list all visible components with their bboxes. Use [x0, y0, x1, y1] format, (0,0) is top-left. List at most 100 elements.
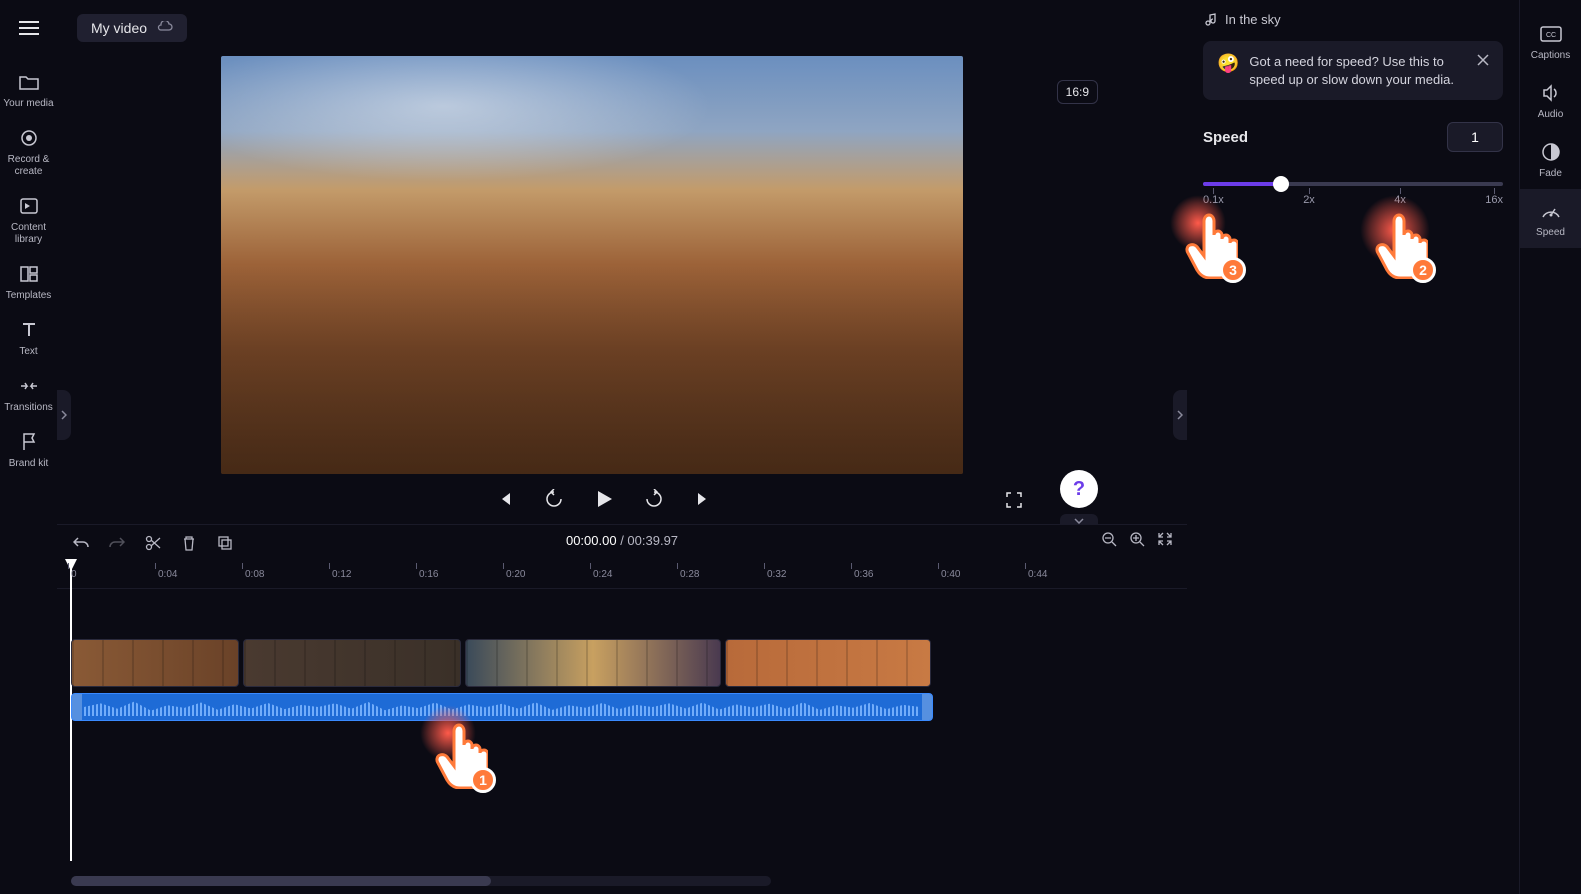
audio-clip[interactable] — [71, 693, 933, 721]
fullscreen-button[interactable] — [1000, 486, 1028, 514]
sidebar-item-transitions[interactable]: Transitions — [0, 366, 57, 422]
templates-icon — [17, 262, 41, 286]
timeline-ruler[interactable]: 0 0:04 0:08 0:12 0:16 0:20 0:24 0:28 0:3… — [57, 561, 1187, 589]
tooltip-text: Got a need for speed? Use this to speed … — [1249, 53, 1467, 88]
sidebar-label: Transitions — [4, 402, 53, 414]
project-title-chip[interactable]: My video — [77, 14, 187, 42]
sidebar-item-text[interactable]: Text — [0, 310, 57, 366]
sidebar-item-record[interactable]: Record & create — [0, 118, 57, 186]
sidebar-item-content-library[interactable]: Content library — [0, 186, 57, 254]
speed-tick: 0.1x — [1203, 194, 1224, 206]
audio-track-chip[interactable]: In the sky — [1203, 12, 1503, 27]
right-tab-captions[interactable]: CC Captions — [1520, 12, 1581, 71]
chevron-right-icon — [1177, 410, 1183, 420]
sidebar-label: Brand kit — [9, 458, 48, 470]
ruler-mark: 0 — [71, 569, 77, 580]
right-tab-label: Speed — [1536, 227, 1565, 238]
expand-right-drawer-button[interactable] — [1173, 390, 1187, 440]
close-icon — [1477, 54, 1489, 66]
duration-time: 00:39.97 — [627, 533, 678, 548]
ruler-mark: 0:20 — [506, 569, 525, 580]
sidebar-label: Content library — [0, 222, 57, 246]
duplicate-button[interactable] — [215, 533, 235, 553]
video-clip[interactable] — [465, 639, 721, 687]
right-tab-audio[interactable]: Audio — [1520, 71, 1581, 130]
captions-icon: CC — [1539, 22, 1563, 46]
ruler-mark: 0:04 — [158, 569, 177, 580]
menu-button[interactable] — [11, 10, 47, 46]
help-icon: ? — [1073, 478, 1085, 501]
speed-slider-thumb[interactable] — [1273, 176, 1289, 192]
delete-button[interactable] — [179, 533, 199, 553]
right-tab-label: Captions — [1531, 50, 1570, 61]
ruler-mark: 0:28 — [680, 569, 699, 580]
skip-end-button[interactable] — [690, 485, 718, 513]
brand-icon — [17, 430, 41, 454]
zoom-out-button[interactable] — [1101, 531, 1117, 552]
sidebar-item-templates[interactable]: Templates — [0, 254, 57, 310]
transitions-icon — [17, 374, 41, 398]
video-clip[interactable] — [243, 639, 461, 687]
scrollbar-thumb[interactable] — [71, 876, 491, 886]
sidebar-label: Text — [19, 346, 37, 358]
help-button[interactable]: ? — [1060, 470, 1098, 508]
tooltip-emoji: 🤪 — [1217, 53, 1239, 88]
undo-button[interactable] — [71, 533, 91, 553]
clip-trim-handle-left[interactable] — [72, 694, 82, 720]
forward-button[interactable] — [640, 485, 668, 513]
expand-left-drawer-button[interactable] — [57, 390, 71, 440]
play-button[interactable] — [590, 485, 618, 513]
split-button[interactable] — [143, 533, 163, 553]
speed-label: Speed — [1203, 129, 1248, 146]
music-note-icon — [1203, 13, 1217, 27]
speed-tick: 16x — [1485, 194, 1503, 206]
sidebar-label: Record & create — [0, 154, 57, 178]
library-icon — [17, 194, 41, 218]
rewind-button[interactable] — [540, 485, 568, 513]
video-clip[interactable] — [71, 639, 239, 687]
right-tab-label: Fade — [1539, 168, 1562, 179]
right-tab-label: Audio — [1538, 109, 1564, 120]
speedometer-icon — [1539, 199, 1563, 223]
svg-text:CC: CC — [1545, 32, 1555, 39]
cloud-sync-icon — [157, 21, 173, 35]
sidebar-item-your-media[interactable]: Your media — [0, 62, 57, 118]
close-tooltip-button[interactable] — [1477, 53, 1489, 88]
clip-trim-handle-right[interactable] — [922, 694, 932, 720]
sidebar-item-brand-kit[interactable]: Brand kit — [0, 422, 57, 478]
speed-slider-fill — [1203, 182, 1281, 186]
ruler-mark: 0:24 — [593, 569, 612, 580]
chevron-right-icon — [61, 410, 67, 420]
zoom-out-icon — [1101, 531, 1117, 547]
right-tab-speed[interactable]: Speed — [1520, 189, 1581, 248]
copy-icon — [217, 535, 233, 551]
timeline-timecode: 00:00.00 / 00:39.97 — [566, 533, 678, 548]
ruler-mark: 0:12 — [332, 569, 351, 580]
redo-button[interactable] — [107, 533, 127, 553]
video-preview[interactable] — [221, 56, 963, 474]
collapse-icon — [1157, 531, 1173, 547]
sidebar-label: Your media — [3, 98, 53, 110]
zoom-in-icon — [1129, 531, 1145, 547]
scissors-icon — [145, 535, 161, 551]
aspect-ratio-badge[interactable]: 16:9 — [1057, 80, 1098, 104]
speed-input[interactable] — [1447, 122, 1503, 152]
zoom-fit-button[interactable] — [1157, 531, 1173, 552]
trash-icon — [182, 535, 196, 551]
audio-track-name: In the sky — [1225, 12, 1281, 27]
sidebar-label: Templates — [6, 290, 52, 302]
speaker-icon — [1539, 81, 1563, 105]
zoom-in-button[interactable] — [1129, 531, 1145, 552]
video-clip[interactable] — [725, 639, 931, 687]
speed-tooltip: 🤪 Got a need for speed? Use this to spee… — [1203, 41, 1503, 100]
ruler-mark: 0:32 — [767, 569, 786, 580]
skip-start-button[interactable] — [490, 485, 518, 513]
folder-icon — [17, 70, 41, 94]
ruler-mark: 0:16 — [419, 569, 438, 580]
speed-tick: 4x — [1394, 194, 1406, 206]
waveform — [84, 698, 920, 716]
hamburger-icon — [19, 21, 39, 35]
timeline-scrollbar[interactable] — [71, 876, 771, 886]
right-tab-fade[interactable]: Fade — [1520, 130, 1581, 189]
ruler-mark: 0:08 — [245, 569, 264, 580]
